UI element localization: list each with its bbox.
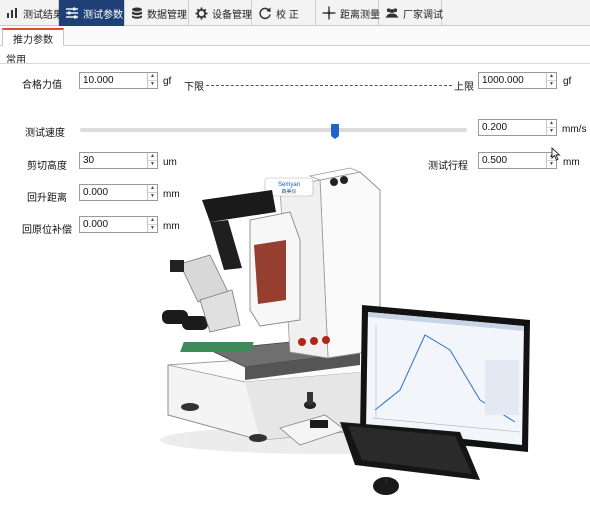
upper-limit-field[interactable]	[479, 73, 546, 88]
step-down-icon[interactable]: ▼	[547, 127, 556, 135]
sub-tab-bar: 推力参数	[0, 26, 590, 46]
upper-limit-input[interactable]: ▲▼	[478, 72, 557, 89]
tab-test-results[interactable]: 测试结果	[0, 0, 63, 26]
test-speed-unit: mm/s	[562, 124, 587, 135]
shear-height-input[interactable]: ▲▼	[79, 152, 158, 169]
tab-distance-measure[interactable]: 距离测量	[316, 0, 380, 26]
tab-calibration[interactable]: 校 正	[252, 0, 316, 26]
tab-distance-measure-label: 距离测量	[340, 9, 380, 21]
limit-range-indicator: 下限 上限	[184, 80, 474, 93]
brand-logo-cn: 森美仪	[281, 188, 296, 195]
lower-limit-label: 下限	[184, 81, 204, 93]
tab-device-management-label: 设备管理	[212, 9, 252, 21]
step-up-icon[interactable]: ▲	[547, 120, 556, 127]
tab-data-management[interactable]: 数据管理	[125, 0, 189, 26]
upper-limit-stepper[interactable]: ▲ ▼	[546, 73, 556, 88]
pass-force-stepper[interactable]: ▲ ▼	[147, 73, 157, 88]
step-up-icon[interactable]: ▲	[148, 73, 157, 80]
tab-test-params[interactable]: 测试参数	[59, 0, 125, 26]
bar-chart-icon	[6, 6, 19, 20]
step-down-icon[interactable]: ▼	[547, 80, 556, 88]
tab-data-management-label: 数据管理	[147, 9, 187, 21]
gear-icon	[195, 6, 208, 20]
range-dash-line	[206, 84, 452, 86]
refresh-icon	[258, 6, 272, 20]
test-speed-label: 测试速度	[25, 128, 65, 139]
test-speed-slider-thumb[interactable]	[331, 124, 340, 139]
pass-force-label: 合格力值	[22, 80, 62, 91]
brand-logo: Semyan	[278, 182, 300, 188]
tab-test-results-label: 测试结果	[23, 9, 63, 21]
section-divider	[0, 63, 590, 64]
shear-height-label: 剪切高度	[27, 161, 67, 172]
bond-tester-machine-image: Semyan 森美仪	[160, 167, 530, 495]
lift-distance-input[interactable]: ▲▼	[79, 184, 158, 201]
main-toolbar: 测试结果 测试参数 数据管理 设备管理 校 正 距离测量 厂家调试	[0, 0, 590, 26]
shear-height-field[interactable]	[80, 153, 147, 168]
tab-device-management[interactable]: 设备管理	[189, 0, 252, 26]
database-icon	[131, 6, 143, 20]
step-down-icon[interactable]: ▼	[148, 80, 157, 88]
tab-factory-debug-label: 厂家调试	[403, 9, 443, 21]
sliders-icon	[65, 6, 79, 20]
tab-calibration-label: 校 正	[276, 9, 299, 21]
users-icon	[385, 6, 399, 20]
lift-distance-label: 回升距离	[27, 193, 67, 204]
home-compensation-input[interactable]: ▲▼	[79, 216, 158, 233]
home-compensation-field[interactable]	[80, 217, 147, 232]
lift-distance-field[interactable]	[80, 185, 147, 200]
step-up-icon[interactable]: ▲	[547, 73, 556, 80]
test-speed-slider[interactable]	[80, 128, 467, 132]
tab-factory-debug[interactable]: 厂家调试	[379, 0, 443, 26]
test-speed-input[interactable]: ▲▼	[478, 119, 557, 136]
mouse-cursor-icon	[551, 147, 561, 161]
tab-test-params-label: 测试参数	[83, 9, 123, 21]
upper-limit-unit: gf	[563, 76, 572, 87]
tab-push-force-params[interactable]: 推力参数	[2, 28, 64, 46]
pass-force-unit: gf	[163, 76, 172, 87]
test-speed-field[interactable]	[479, 120, 546, 135]
test-speed-stepper[interactable]: ▲ ▼	[546, 120, 556, 135]
step-up-icon[interactable]: ▲	[148, 153, 157, 160]
home-compensation-label: 回原位补偿	[22, 225, 72, 236]
upper-limit-label: 上限	[454, 81, 474, 93]
pass-force-input[interactable]: ▲▼	[79, 72, 158, 89]
pass-force-field[interactable]	[80, 73, 147, 88]
crosshair-icon	[322, 6, 336, 20]
